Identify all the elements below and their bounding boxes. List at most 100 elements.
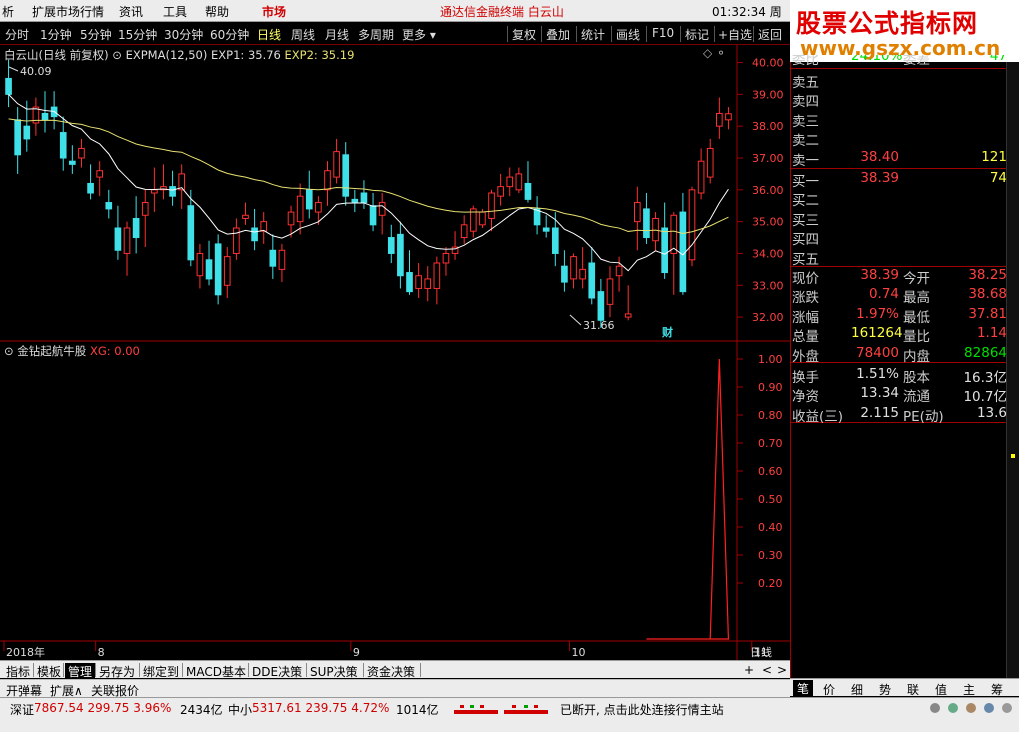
sell-level-4: 卖四 (791, 90, 1007, 110)
period-15min[interactable]: 15分钟 (118, 26, 157, 43)
buy-level-5: 买五 (791, 248, 1007, 268)
connection-message[interactable]: 已断开, 点击此处连接行情主站 (560, 701, 724, 718)
adjust-button[interactable]: 复权 (512, 26, 536, 43)
period-30min[interactable]: 30分钟 (164, 26, 203, 43)
menu-item-news[interactable]: 资讯 (119, 3, 143, 20)
sub-indicator-name[interactable]: 金钻起航牛股 (17, 344, 86, 358)
candle-body (597, 291, 605, 321)
tab-sup[interactable]: SUP决策 (310, 663, 358, 680)
sound-icon[interactable] (966, 703, 976, 713)
sub-y-axis: 1.00 0.90 0.80 0.70 0.60 0.50 0.40 0.30 0.20 (737, 353, 783, 590)
candle-body (333, 151, 340, 178)
quote-value-2: 16.3亿 (963, 370, 1007, 386)
draw-button[interactable]: 画线 (616, 26, 640, 43)
candle-body (151, 189, 158, 194)
buy-level-2: 买二 (791, 189, 1007, 209)
sub-indicator-menu-icon[interactable]: ⊙ (4, 344, 14, 358)
period-more[interactable]: 更多 ▾ (402, 26, 436, 43)
overlay-button[interactable]: 叠加 (546, 26, 570, 43)
f10-button[interactable]: F10 (652, 26, 674, 40)
period-60min[interactable]: 60分钟 (210, 26, 249, 43)
x-tick-label: 8 (98, 646, 105, 659)
candle-body (633, 202, 641, 223)
tab-indicator[interactable]: 指标 (6, 663, 30, 680)
globe-icon[interactable] (930, 703, 940, 713)
period-multi[interactable]: 多周期 (358, 26, 394, 43)
candle-body (41, 112, 49, 121)
finance-badge[interactable]: 财 (661, 325, 673, 339)
mark-button[interactable]: 标记 (685, 26, 709, 43)
sub-y-tick-label: 0.20 (758, 577, 783, 590)
indicator-name[interactable]: EXPMA(12,50) (126, 48, 208, 62)
y-tick-label: 35.00 (752, 216, 784, 229)
menu-item-extended-market[interactable]: 扩展市场行情 (32, 3, 104, 20)
menu-item-analysis[interactable]: 析 (2, 3, 14, 20)
quote-value: 1.97% (856, 305, 899, 322)
indicator-menu-icon[interactable]: ⊙ (112, 48, 122, 62)
chat-icon[interactable] (984, 703, 994, 713)
lock-icon[interactable] (948, 703, 958, 713)
add-tab-button[interactable]: + (744, 663, 754, 677)
sz-index-label[interactable]: 深证 (10, 701, 34, 718)
candle-body (624, 313, 632, 318)
menu-item-help[interactable]: 帮助 (205, 3, 229, 20)
tab-trend[interactable]: 势 (879, 681, 891, 698)
chart-options-icons[interactable]: ◇ ⚬ (703, 46, 726, 60)
tab-bind-to[interactable]: 绑定到 (143, 663, 179, 680)
candle-body (706, 147, 714, 178)
period-1min[interactable]: 1分钟 (40, 26, 72, 43)
add-favorite-button[interactable]: +自选 (718, 26, 752, 43)
period-intraday[interactable]: 分时 (5, 26, 29, 43)
stock-title[interactable]: 白云山(日线 前复权) (4, 48, 109, 62)
settings-icon[interactable] (1002, 703, 1012, 713)
zx-index-label[interactable]: 中小 (228, 701, 252, 718)
quote-label-2: 最低 (903, 309, 930, 326)
y-tick-label: 34.00 (752, 247, 784, 260)
exp2-line (8, 118, 729, 235)
tab-chips[interactable]: 筹 (991, 681, 1003, 698)
candle-body (679, 211, 687, 293)
y-tick-label: 38.00 (752, 120, 784, 133)
tab-macd[interactable]: MACD基本 (186, 663, 246, 680)
quote-value: 2.115 (860, 404, 899, 421)
market-breadth-bars (454, 705, 548, 714)
tab-dde[interactable]: DDE决策 (252, 663, 302, 680)
quote-value: 0.74 (868, 286, 899, 303)
period-weekly[interactable]: 周线 (291, 26, 315, 43)
back-button[interactable]: 返回 (758, 26, 782, 43)
tab-detail[interactable]: 细 (851, 681, 863, 698)
tab-ticks[interactable]: 笔 (793, 680, 814, 697)
menu-item-market[interactable]: 市场 (262, 3, 286, 20)
candle-body (725, 113, 732, 121)
tab-main[interactable]: 主 (963, 681, 975, 698)
y-tick-label: 40.00 (752, 57, 784, 70)
quote-tabs: 笔 价 细 势 联 值 主 筹 (790, 678, 1019, 698)
quote-label: 涨跌 (792, 290, 819, 307)
quote-label: 卖二 (792, 133, 819, 150)
watermark-line1: 股票公式指标网 (796, 9, 979, 38)
buy-level-4: 买四 (791, 228, 1007, 248)
candle-body (14, 119, 21, 156)
tab-link[interactable]: 联 (907, 681, 919, 698)
candle-body (661, 227, 668, 274)
tab-save-as[interactable]: 另存为 (99, 663, 135, 680)
main-y-axis: 40.00 39.00 38.00 37.00 36.00 35.00 34.00 33.00… (737, 57, 784, 324)
candle-body (415, 275, 422, 289)
candle-body (23, 125, 31, 140)
tab-prev-button[interactable]: < (762, 663, 772, 677)
menu-item-tools[interactable]: 工具 (163, 3, 187, 20)
tab-next-button[interactable]: > (777, 663, 787, 677)
sub-y-tick-label: 0.80 (758, 409, 783, 422)
right-scrollbar[interactable] (1006, 62, 1019, 678)
period-daily[interactable]: 日线 (257, 26, 281, 43)
candle-body (233, 227, 240, 254)
period-5min[interactable]: 5分钟 (80, 26, 112, 43)
tab-value[interactable]: 值 (935, 681, 947, 698)
tab-fund[interactable]: 资金决策 (367, 663, 415, 680)
tab-template[interactable]: 模板 (37, 663, 61, 680)
tab-manage[interactable]: 管理 (65, 663, 96, 680)
stats-button[interactable]: 统计 (581, 26, 605, 43)
candle-body (378, 202, 386, 216)
period-monthly[interactable]: 月线 (325, 26, 349, 43)
tab-price[interactable]: 价 (823, 681, 835, 698)
